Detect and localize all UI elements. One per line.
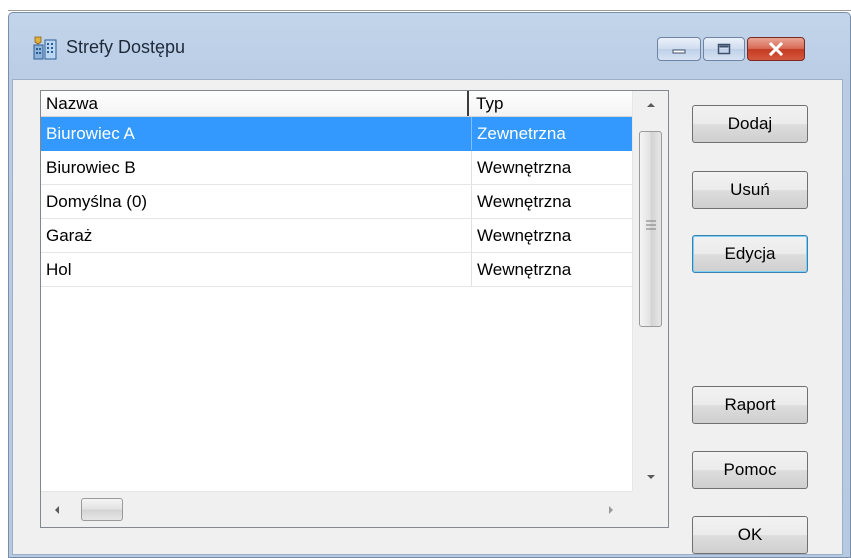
grip-icon [646,220,656,230]
close-icon [768,42,784,56]
zone-type: Wewnętrzna [471,185,632,218]
vertical-scrollbar[interactable] [632,91,668,491]
divider [8,10,851,11]
zone-type: Wewnętrzna [471,219,632,252]
zone-name: Garaż [46,226,93,245]
list-item[interactable]: Garaż Wewnętrzna [41,219,632,253]
title-bar[interactable]: Strefy Dostępu [9,13,850,79]
minimize-icon [672,49,686,54]
scroll-up-arrow-icon[interactable] [645,101,657,109]
list-rows: Biurowiec A Zewnetrzna Biurowiec B Wewnę… [41,117,632,287]
list-item[interactable]: Biurowiec A Zewnetrzna [41,117,632,151]
list-item[interactable]: Biurowiec B Wewnętrzna [41,151,632,185]
scroll-down-arrow-icon[interactable] [645,473,657,481]
zone-type: Zewnetrzna [471,117,632,150]
access-zones-app-icon [33,36,57,60]
zone-type: Wewnętrzna [471,151,632,184]
close-button[interactable] [747,37,805,61]
zone-name: Biurowiec B [46,158,136,177]
zones-list[interactable]: Nazwa Typ Biurowiec A Zewnetrzna Biurowi… [40,90,669,528]
dialog-content: Nazwa Typ Biurowiec A Zewnetrzna Biurowi… [12,79,843,555]
scroll-right-arrow-icon[interactable] [607,504,615,516]
maximize-icon [717,43,731,55]
dialog-window: Strefy Dostępu Nazwa Typ Biurowiec A Zew… [8,12,851,558]
zone-name: Domyślna (0) [46,192,148,211]
minimize-button[interactable] [657,37,701,61]
column-header-name[interactable]: Nazwa [41,91,469,116]
help-button[interactable]: Pomoc [692,451,808,489]
ok-button[interactable]: OK [692,516,808,554]
zone-name: Biurowiec A [46,124,135,143]
list-header: Nazwa Typ [41,91,632,117]
vertical-scroll-thumb[interactable] [639,131,662,327]
background-strip [0,0,851,12]
zone-type: Wewnętrzna [471,253,632,286]
horizontal-scroll-thumb[interactable] [81,498,123,521]
remove-button[interactable]: Usuń [692,171,808,209]
zone-name: Hol [46,260,72,279]
list-item[interactable]: Hol Wewnętrzna [41,253,632,287]
report-button[interactable]: Raport [692,386,808,424]
scroll-left-arrow-icon[interactable] [53,504,61,516]
scrollbar-corner [632,491,668,527]
window-title: Strefy Dostępu [66,37,186,57]
add-button[interactable]: Dodaj [692,105,808,143]
horizontal-scrollbar[interactable] [41,491,632,527]
list-item[interactable]: Domyślna (0) Wewnętrzna [41,185,632,219]
edit-button[interactable]: Edycja [692,235,808,273]
column-header-type[interactable]: Typ [471,91,632,116]
maximize-button[interactable] [703,37,745,61]
